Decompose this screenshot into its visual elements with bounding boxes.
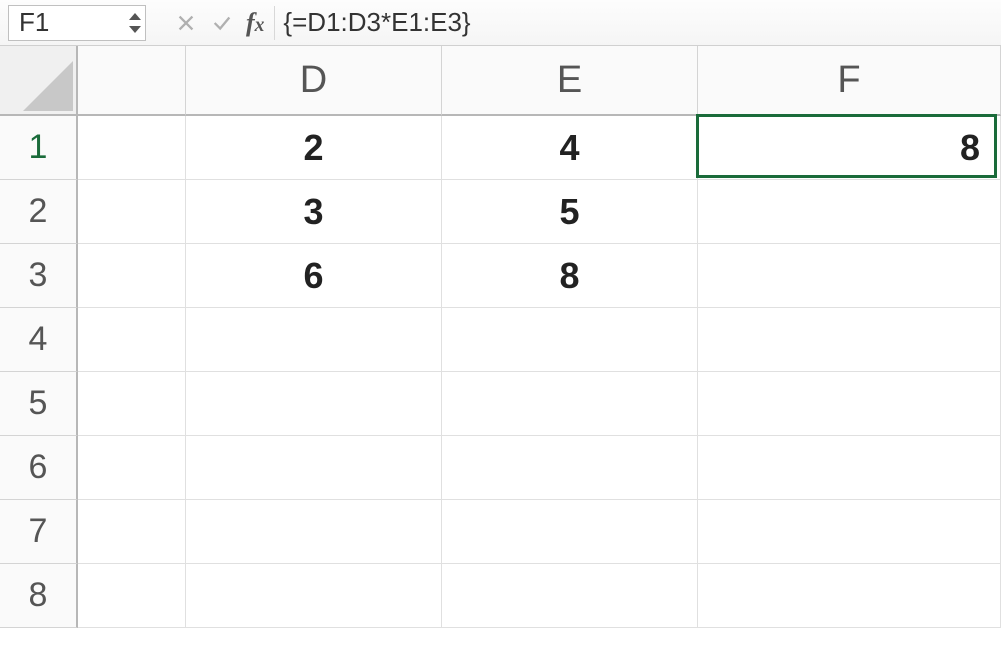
formula-bar: F1 fx — [0, 0, 1001, 46]
row-header-label: 4 — [29, 320, 48, 359]
row-header[interactable]: 5 — [0, 372, 78, 436]
chevron-down-icon[interactable] — [129, 26, 141, 33]
cell[interactable]: 5 — [442, 180, 698, 244]
row-header-label: 6 — [29, 448, 48, 487]
row-header-label: 5 — [29, 384, 48, 423]
cells-grid: 2 4 8 3 5 6 8 — [78, 116, 1001, 628]
cell[interactable] — [442, 500, 698, 564]
cell[interactable] — [698, 436, 1001, 500]
name-box[interactable]: F1 — [8, 5, 146, 41]
formula-input[interactable] — [283, 7, 993, 38]
column-header-label: F — [837, 59, 860, 102]
cell[interactable] — [78, 180, 186, 244]
cell[interactable] — [78, 244, 186, 308]
row-header[interactable]: 8 — [0, 564, 78, 628]
row-header-label: 8 — [29, 576, 48, 615]
select-all-corner[interactable] — [0, 46, 78, 116]
table-row — [78, 564, 1001, 628]
chevron-up-icon[interactable] — [129, 13, 141, 20]
cell[interactable]: 6 — [186, 244, 442, 308]
cell[interactable] — [186, 308, 442, 372]
table-row: 2 4 8 — [78, 116, 1001, 180]
column-header[interactable]: E — [442, 46, 698, 116]
cancel-button[interactable] — [168, 5, 204, 41]
table-row: 6 8 — [78, 244, 1001, 308]
cell-value: 8 — [960, 127, 980, 169]
row-header[interactable]: 6 — [0, 436, 78, 500]
row-header[interactable]: 7 — [0, 500, 78, 564]
cell[interactable] — [186, 372, 442, 436]
cell[interactable] — [78, 564, 186, 628]
cell-value: 6 — [303, 255, 323, 297]
cell[interactable] — [78, 436, 186, 500]
table-row — [78, 308, 1001, 372]
spreadsheet-grid: D E F 1 2 3 4 5 6 7 8 2 4 8 — [0, 46, 1001, 628]
cell[interactable] — [698, 564, 1001, 628]
row-header[interactable]: 2 — [0, 180, 78, 244]
cell[interactable] — [78, 372, 186, 436]
row-header-label: 2 — [29, 192, 48, 231]
column-header[interactable]: D — [186, 46, 442, 116]
cell[interactable]: 3 — [186, 180, 442, 244]
cell[interactable] — [442, 436, 698, 500]
row-header-label: 1 — [29, 128, 48, 167]
cell[interactable] — [698, 244, 1001, 308]
name-box-value: F1 — [19, 7, 49, 38]
cell[interactable]: 2 — [186, 116, 442, 180]
cell[interactable] — [186, 564, 442, 628]
cell[interactable] — [78, 308, 186, 372]
check-icon — [211, 12, 233, 34]
cell-value: 2 — [303, 127, 323, 169]
cell-value: 3 — [303, 191, 323, 233]
row-header-label: 3 — [29, 256, 48, 295]
table-row: 3 5 — [78, 180, 1001, 244]
row-header[interactable]: 1 — [0, 116, 78, 180]
column-header[interactable] — [78, 46, 186, 116]
name-box-spinner[interactable] — [129, 6, 141, 40]
select-all-triangle-icon — [23, 61, 73, 111]
cell-value: 8 — [559, 255, 579, 297]
cell[interactable] — [78, 116, 186, 180]
cell[interactable] — [698, 372, 1001, 436]
cell[interactable] — [698, 500, 1001, 564]
row-header-label: 7 — [29, 512, 48, 551]
column-header-label: E — [557, 59, 582, 102]
row-header[interactable]: 4 — [0, 308, 78, 372]
cell[interactable] — [186, 500, 442, 564]
table-row — [78, 500, 1001, 564]
table-row — [78, 372, 1001, 436]
cell-value: 5 — [559, 191, 579, 233]
cell[interactable]: 4 — [442, 116, 698, 180]
formula-input-container — [274, 6, 993, 40]
enter-button[interactable] — [204, 5, 240, 41]
cell[interactable] — [186, 436, 442, 500]
cell[interactable] — [698, 308, 1001, 372]
fx-icon[interactable]: fx — [246, 8, 264, 38]
column-headers: D E F — [78, 46, 1001, 116]
table-row — [78, 436, 1001, 500]
row-headers: 1 2 3 4 5 6 7 8 — [0, 116, 78, 628]
row-header[interactable]: 3 — [0, 244, 78, 308]
cell[interactable]: 8 — [698, 116, 1001, 180]
cell[interactable] — [442, 372, 698, 436]
cell[interactable] — [78, 500, 186, 564]
cell[interactable] — [442, 564, 698, 628]
cell[interactable] — [442, 308, 698, 372]
column-header[interactable]: F — [698, 46, 1001, 116]
cell[interactable]: 8 — [442, 244, 698, 308]
cell-value: 4 — [559, 127, 579, 169]
column-header-label: D — [300, 59, 327, 102]
close-icon — [175, 12, 197, 34]
cell[interactable] — [698, 180, 1001, 244]
